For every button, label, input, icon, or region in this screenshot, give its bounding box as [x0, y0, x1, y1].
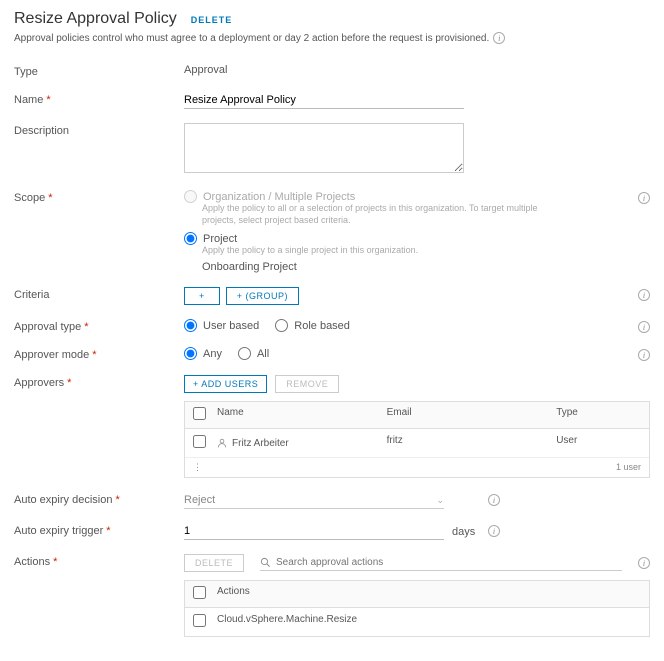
type-value: Approval	[184, 64, 227, 76]
approval-type-label: Approval type	[14, 321, 81, 333]
info-icon[interactable]: i	[488, 494, 500, 506]
approval-type-role-label: Role based	[294, 320, 350, 332]
scope-project-radio[interactable]	[184, 232, 197, 245]
scope-project-label: Project	[203, 233, 237, 245]
table-row: Cloud.vSphere.Machine.Resize	[185, 608, 649, 636]
info-icon[interactable]: i	[638, 557, 650, 569]
approvers-label: Approvers	[14, 377, 64, 389]
criteria-group-button[interactable]: + (GROUP)	[226, 287, 299, 305]
user-icon	[217, 438, 227, 448]
table-pager-icon[interactable]: ⋮	[193, 462, 202, 473]
scope-label: Scope	[14, 192, 45, 204]
auto-expiry-decision-label: Auto expiry decision	[14, 494, 112, 506]
scope-org-radio	[184, 190, 197, 203]
name-input[interactable]	[184, 92, 464, 109]
info-icon[interactable]: i	[638, 321, 650, 333]
approver-type: User	[556, 435, 641, 451]
scope-org-label: Organization / Multiple Projects	[203, 191, 355, 203]
info-icon[interactable]: i	[638, 349, 650, 361]
approver-mode-all-radio[interactable]	[238, 347, 251, 360]
approval-type-role-radio[interactable]	[275, 319, 288, 332]
approver-row-checkbox[interactable]	[193, 435, 206, 448]
page-title: Resize Approval Policy	[14, 10, 177, 28]
approvers-table: Name Email Type Fritz Arbeiter fritz Use…	[184, 401, 650, 478]
info-icon[interactable]: i	[488, 525, 500, 537]
actions-delete-button: DELETE	[184, 554, 244, 572]
info-icon[interactable]: i	[638, 192, 650, 204]
approval-type-user-radio[interactable]	[184, 319, 197, 332]
criteria-label: Criteria	[14, 289, 49, 301]
description-label: Description	[14, 125, 69, 137]
delete-policy-link[interactable]: DELETE	[191, 15, 233, 25]
approvers-col-type: Type	[556, 407, 641, 423]
actions-label: Actions	[14, 556, 50, 568]
approver-mode-any-label: Any	[203, 348, 222, 360]
approvers-col-email: Email	[387, 407, 557, 423]
type-label: Type	[14, 66, 38, 78]
actions-search-input[interactable]	[276, 557, 622, 568]
search-icon	[260, 557, 271, 568]
auto-expiry-decision-value: Reject	[184, 494, 215, 506]
name-label: Name	[14, 94, 43, 106]
info-icon[interactable]: i	[638, 289, 650, 301]
page-subtitle: Approval policies control who must agree…	[14, 33, 489, 44]
action-row-checkbox[interactable]	[193, 614, 206, 627]
table-row: Fritz Arbeiter fritz User	[185, 429, 649, 458]
approver-mode-label: Approver mode	[14, 349, 89, 361]
approver-mode-all-label: All	[257, 348, 269, 360]
approver-name: Fritz Arbeiter	[232, 438, 289, 449]
scope-project-hint: Apply the policy to a single project in …	[202, 245, 552, 257]
description-textarea[interactable]	[184, 123, 464, 173]
approval-type-user-label: User based	[203, 320, 259, 332]
scope-org-hint: Apply the policy to all or a selection o…	[202, 203, 552, 226]
actions-table: Actions Cloud.vSphere.Machine.Resize	[184, 580, 650, 637]
auto-expiry-decision-select[interactable]: Reject ⌄	[184, 492, 444, 509]
scope-project-name: Onboarding Project	[202, 261, 650, 273]
info-icon[interactable]: i	[493, 32, 505, 44]
approvers-select-all-checkbox[interactable]	[193, 407, 206, 420]
remove-users-button: REMOVE	[275, 375, 339, 393]
add-users-button[interactable]: + ADD USERS	[184, 375, 267, 393]
approver-email: fritz	[387, 435, 557, 451]
actions-select-all-checkbox[interactable]	[193, 586, 206, 599]
days-label: days	[452, 526, 475, 538]
auto-expiry-trigger-label: Auto expiry trigger	[14, 525, 103, 537]
approver-mode-any-radio[interactable]	[184, 347, 197, 360]
actions-col-header: Actions	[217, 586, 641, 602]
criteria-add-button[interactable]: +	[184, 287, 220, 305]
approvers-col-name: Name	[217, 407, 387, 423]
auto-expiry-trigger-input[interactable]	[184, 523, 444, 540]
action-name: Cloud.vSphere.Machine.Resize	[217, 614, 641, 630]
approvers-count: 1 user	[616, 462, 641, 473]
chevron-down-icon: ⌄	[436, 495, 444, 506]
